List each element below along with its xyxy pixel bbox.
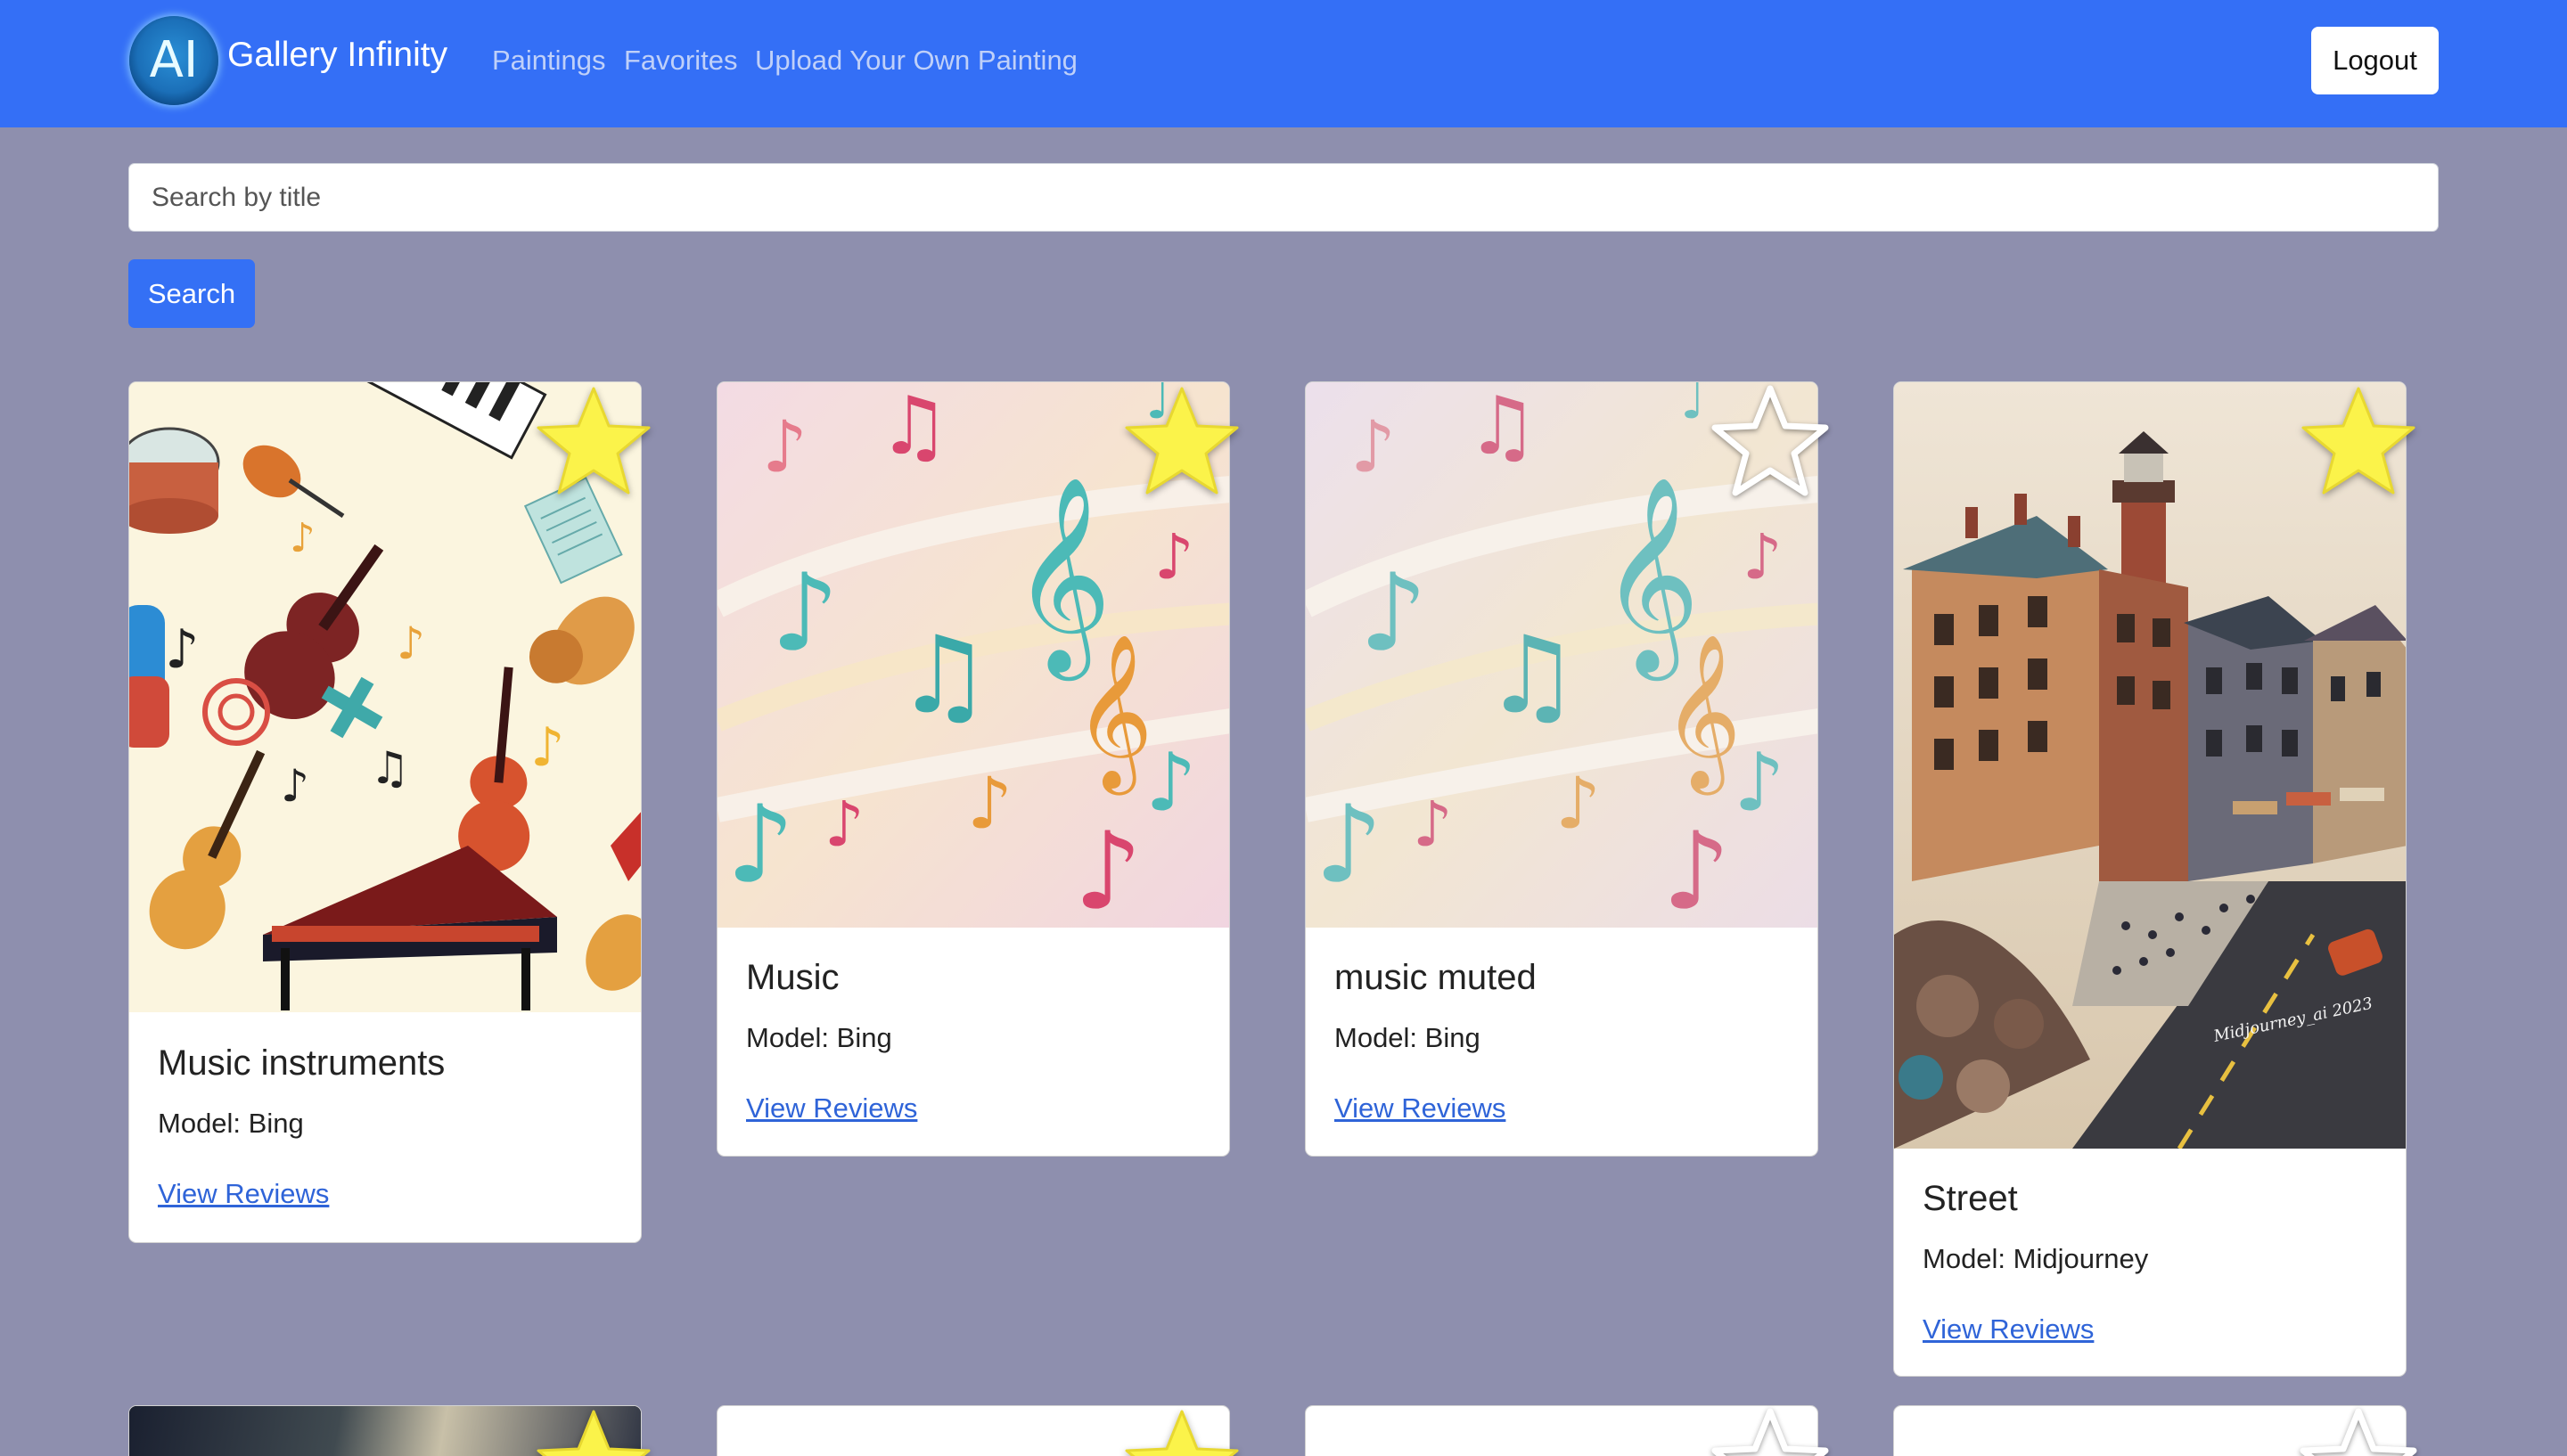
svg-text:♪: ♪ [824,788,865,861]
svg-text:♫: ♫ [896,614,992,738]
card-model: Model: Bing [746,1022,892,1053]
card-title: Street [1923,1179,2018,1218]
painting-card: ♪ ♫ 𝄞 ♪ ♫ 𝄞 ♪ ♪ ♪ ♪ ♪ ♪ ♩ music muted Mo… [1305,381,1818,1157]
svg-text:♪: ♪ [1413,788,1453,861]
svg-text:♫: ♫ [1466,382,1538,473]
svg-text:♪: ♪ [967,762,1013,845]
favorite-star-icon[interactable] [1123,1408,1241,1456]
svg-text:♪: ♪ [1662,810,1731,928]
view-reviews-link[interactable]: View Reviews [746,1092,917,1125]
card-title: music muted [1334,958,1537,997]
svg-text:♫: ♫ [370,742,410,794]
favorite-star-icon[interactable] [535,385,652,497]
street-image[interactable]: Midjourney_ai 2023 [1894,382,2406,1149]
svg-text:♪: ♪ [1145,736,1196,830]
svg-text:♪: ♪ [290,514,316,561]
search-button[interactable]: Search [128,259,255,328]
view-reviews-link[interactable]: View Reviews [1923,1313,2094,1346]
card-title: Music instruments [158,1043,446,1083]
svg-text:♪: ♪ [1734,736,1784,830]
svg-text:♪: ♪ [397,618,425,669]
painting-card: Midjourney_ai 2023 Street Model: Midjour… [1893,381,2407,1377]
svg-text:𝄞: 𝄞 [1662,634,1742,796]
favorite-star-icon[interactable] [2300,1408,2417,1456]
brand-name[interactable]: Gallery Infinity [227,36,447,75]
svg-text:♪: ♪ [726,783,795,907]
favorite-star-icon[interactable] [1711,385,1829,497]
card-model: Model: Bing [158,1108,304,1139]
favorite-star-icon[interactable] [535,1408,652,1456]
svg-text:♪: ♪ [1074,810,1143,928]
svg-text:♪: ♪ [1154,520,1194,593]
brand-logo[interactable]: AI [129,16,218,105]
favorite-star-icon[interactable] [2300,385,2417,497]
navbar: AI Gallery Infinity Paintings Favorites … [0,0,2567,127]
svg-text:♪: ♪ [1555,762,1601,845]
svg-text:♪: ♪ [165,618,199,681]
favorite-star-icon[interactable] [1123,385,1241,497]
painting-card: ♪ ♫ 𝄞 ♪ ♫ 𝄞 ♪ ♪ ♪ ♪ ♪ ♪ ♩ Music Model: B… [717,381,1230,1157]
svg-text:♫: ♫ [878,382,950,473]
svg-text:♪: ♪ [281,760,309,812]
view-reviews-link[interactable]: View Reviews [1334,1092,1505,1125]
svg-text:♪: ♪ [762,405,808,488]
svg-text:♪: ♪ [1350,405,1396,488]
svg-text:♩: ♩ [1680,382,1705,431]
logout-button[interactable]: Logout [2311,27,2439,94]
svg-text:♪: ♪ [1743,520,1783,593]
card-model: Model: Midjourney [1923,1243,2149,1274]
painting-card: ♪ ♪ ♫ ♪ ♪ ♪ Music instruments Model: Bin… [128,381,642,1243]
svg-text:𝄞: 𝄞 [1074,634,1153,796]
svg-text:♪: ♪ [1315,783,1383,907]
svg-text:♫: ♫ [1484,614,1580,738]
nav-link-upload[interactable]: Upload Your Own Painting [755,45,1078,77]
svg-text:♪: ♪ [1359,552,1428,675]
card-title: Music [746,958,840,997]
nav-link-paintings[interactable]: Paintings [492,45,606,77]
nav-link-favorites[interactable]: Favorites [624,45,737,77]
card-model: Model: Bing [1334,1022,1480,1053]
search-input[interactable] [128,163,2439,232]
favorite-star-icon[interactable] [1711,1408,1829,1456]
svg-text:♪: ♪ [771,552,840,675]
svg-text:♪: ♪ [530,716,564,779]
view-reviews-link[interactable]: View Reviews [158,1178,329,1210]
